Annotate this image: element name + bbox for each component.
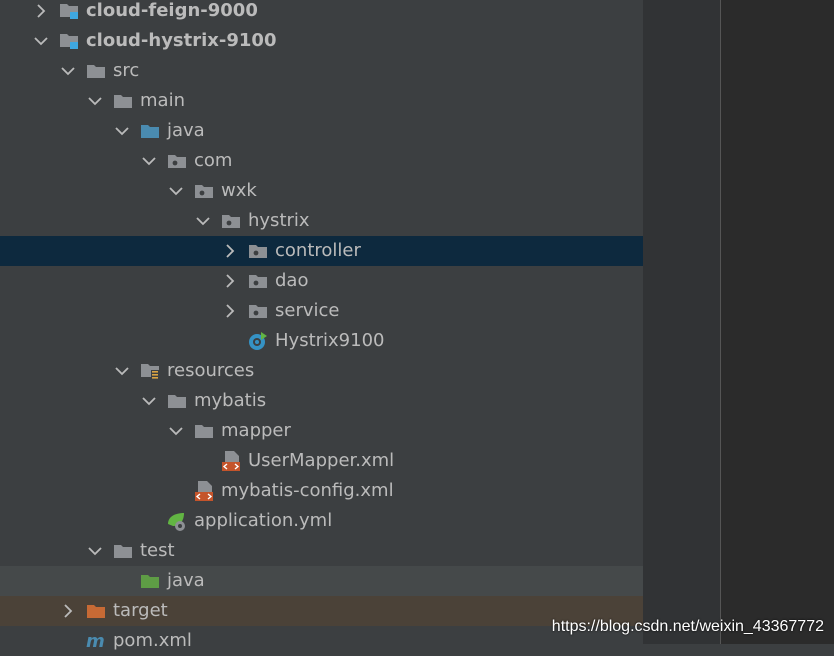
tree-item-label: mapper xyxy=(221,420,291,441)
tree-row[interactable]: controller xyxy=(0,236,643,266)
chevron-down-icon[interactable] xyxy=(113,356,131,386)
chevron-right-icon[interactable] xyxy=(32,0,50,26)
tree-item-label: UserMapper.xml xyxy=(248,450,395,471)
tree-row[interactable]: java xyxy=(0,566,643,596)
tree-row[interactable]: wxk xyxy=(0,176,643,206)
package-icon xyxy=(193,180,215,202)
tree-item-label: dao xyxy=(275,270,309,291)
tree-row[interactable]: application.yml xyxy=(0,506,643,536)
chevron-right-icon[interactable] xyxy=(59,596,77,626)
tree-item-label: service xyxy=(275,300,340,321)
chevron-down-icon[interactable] xyxy=(32,26,50,56)
folder-icon xyxy=(85,60,107,82)
tree-item-label: pom.xml xyxy=(113,630,192,651)
maven-icon: m xyxy=(85,630,107,652)
chevron-right-icon[interactable] xyxy=(221,236,239,266)
tree-row[interactable]: dao xyxy=(0,266,643,296)
tree-row[interactable]: java xyxy=(0,116,643,146)
tree-row[interactable]: main xyxy=(0,86,643,116)
tree-row[interactable]: com xyxy=(0,146,643,176)
tree-row[interactable]: Hystrix9100 xyxy=(0,326,643,356)
watermark: https://blog.csdn.net/weixin_43367772 xyxy=(551,618,824,635)
tree-item-label: src xyxy=(113,60,140,81)
module-folder-icon xyxy=(58,0,80,22)
resources-folder-icon xyxy=(139,360,161,382)
tree-item-label: cloud-hystrix-9100 xyxy=(86,30,277,51)
folder-icon xyxy=(193,420,215,442)
tree-item-label: controller xyxy=(275,240,361,261)
editor-area xyxy=(643,0,834,644)
tree-row[interactable]: service xyxy=(0,296,643,326)
xml-file-icon xyxy=(193,480,215,502)
spring-yml-icon xyxy=(166,510,188,532)
excluded-folder-icon xyxy=(85,600,107,622)
chevron-down-icon[interactable] xyxy=(140,146,158,176)
tree-item-label: Hystrix9100 xyxy=(275,330,385,351)
project-tree: cloud-feign-9000 cloud-hystrix-9100 src mai… xyxy=(0,0,643,651)
editor-gutter xyxy=(643,0,721,644)
package-icon xyxy=(247,240,269,262)
tree-item-label: test xyxy=(140,540,175,561)
tree-item-label: wxk xyxy=(221,180,257,201)
tree-row[interactable]: src xyxy=(0,56,643,86)
tree-row[interactable]: m pom.xml xyxy=(0,626,643,656)
tree-item-label: application.yml xyxy=(194,510,333,531)
module-folder-icon xyxy=(58,30,80,52)
tree-item-label: com xyxy=(194,150,233,171)
tree-row[interactable]: mybatis xyxy=(0,386,643,416)
tree-row[interactable]: resources xyxy=(0,356,643,386)
tree-item-label: main xyxy=(140,90,185,111)
tree-row[interactable]: UserMapper.xml xyxy=(0,446,643,476)
chevron-down-icon[interactable] xyxy=(167,416,185,446)
chevron-down-icon[interactable] xyxy=(86,86,104,116)
chevron-down-icon[interactable] xyxy=(113,116,131,146)
chevron-down-icon[interactable] xyxy=(194,206,212,236)
folder-icon xyxy=(166,390,188,412)
chevron-down-icon[interactable] xyxy=(140,386,158,416)
package-icon xyxy=(166,150,188,172)
tree-row[interactable]: mapper xyxy=(0,416,643,446)
tree-item-label: resources xyxy=(167,360,255,381)
tree-row[interactable]: test xyxy=(0,536,643,566)
tree-item-label: java xyxy=(167,120,205,141)
package-icon xyxy=(220,210,242,232)
folder-icon xyxy=(112,90,134,112)
tree-item-label: mybatis xyxy=(194,390,267,411)
svg-text:m: m xyxy=(86,631,105,651)
xml-file-icon xyxy=(220,450,242,472)
tree-row[interactable]: hystrix xyxy=(0,206,643,236)
test-source-folder-icon xyxy=(139,570,161,592)
chevron-down-icon[interactable] xyxy=(59,56,77,86)
chevron-right-icon[interactable] xyxy=(221,266,239,296)
tree-row[interactable]: target xyxy=(0,596,643,626)
folder-icon xyxy=(112,540,134,562)
tree-item-label: cloud-feign-9000 xyxy=(86,0,258,21)
tree-row[interactable]: cloud-feign-9000 xyxy=(0,0,643,26)
tree-item-label: java xyxy=(167,570,205,591)
source-folder-icon xyxy=(139,120,161,142)
spring-boot-class-icon xyxy=(247,330,269,352)
tree-item-label: mybatis-config.xml xyxy=(221,480,394,501)
tree-item-label: target xyxy=(113,600,168,621)
tree-row[interactable]: cloud-hystrix-9100 xyxy=(0,26,643,56)
tree-row[interactable]: mybatis-config.xml xyxy=(0,476,643,506)
package-icon xyxy=(247,300,269,322)
chevron-down-icon[interactable] xyxy=(167,176,185,206)
package-icon xyxy=(247,270,269,292)
tree-item-label: hystrix xyxy=(248,210,310,231)
chevron-right-icon[interactable] xyxy=(221,296,239,326)
chevron-down-icon[interactable] xyxy=(86,536,104,566)
